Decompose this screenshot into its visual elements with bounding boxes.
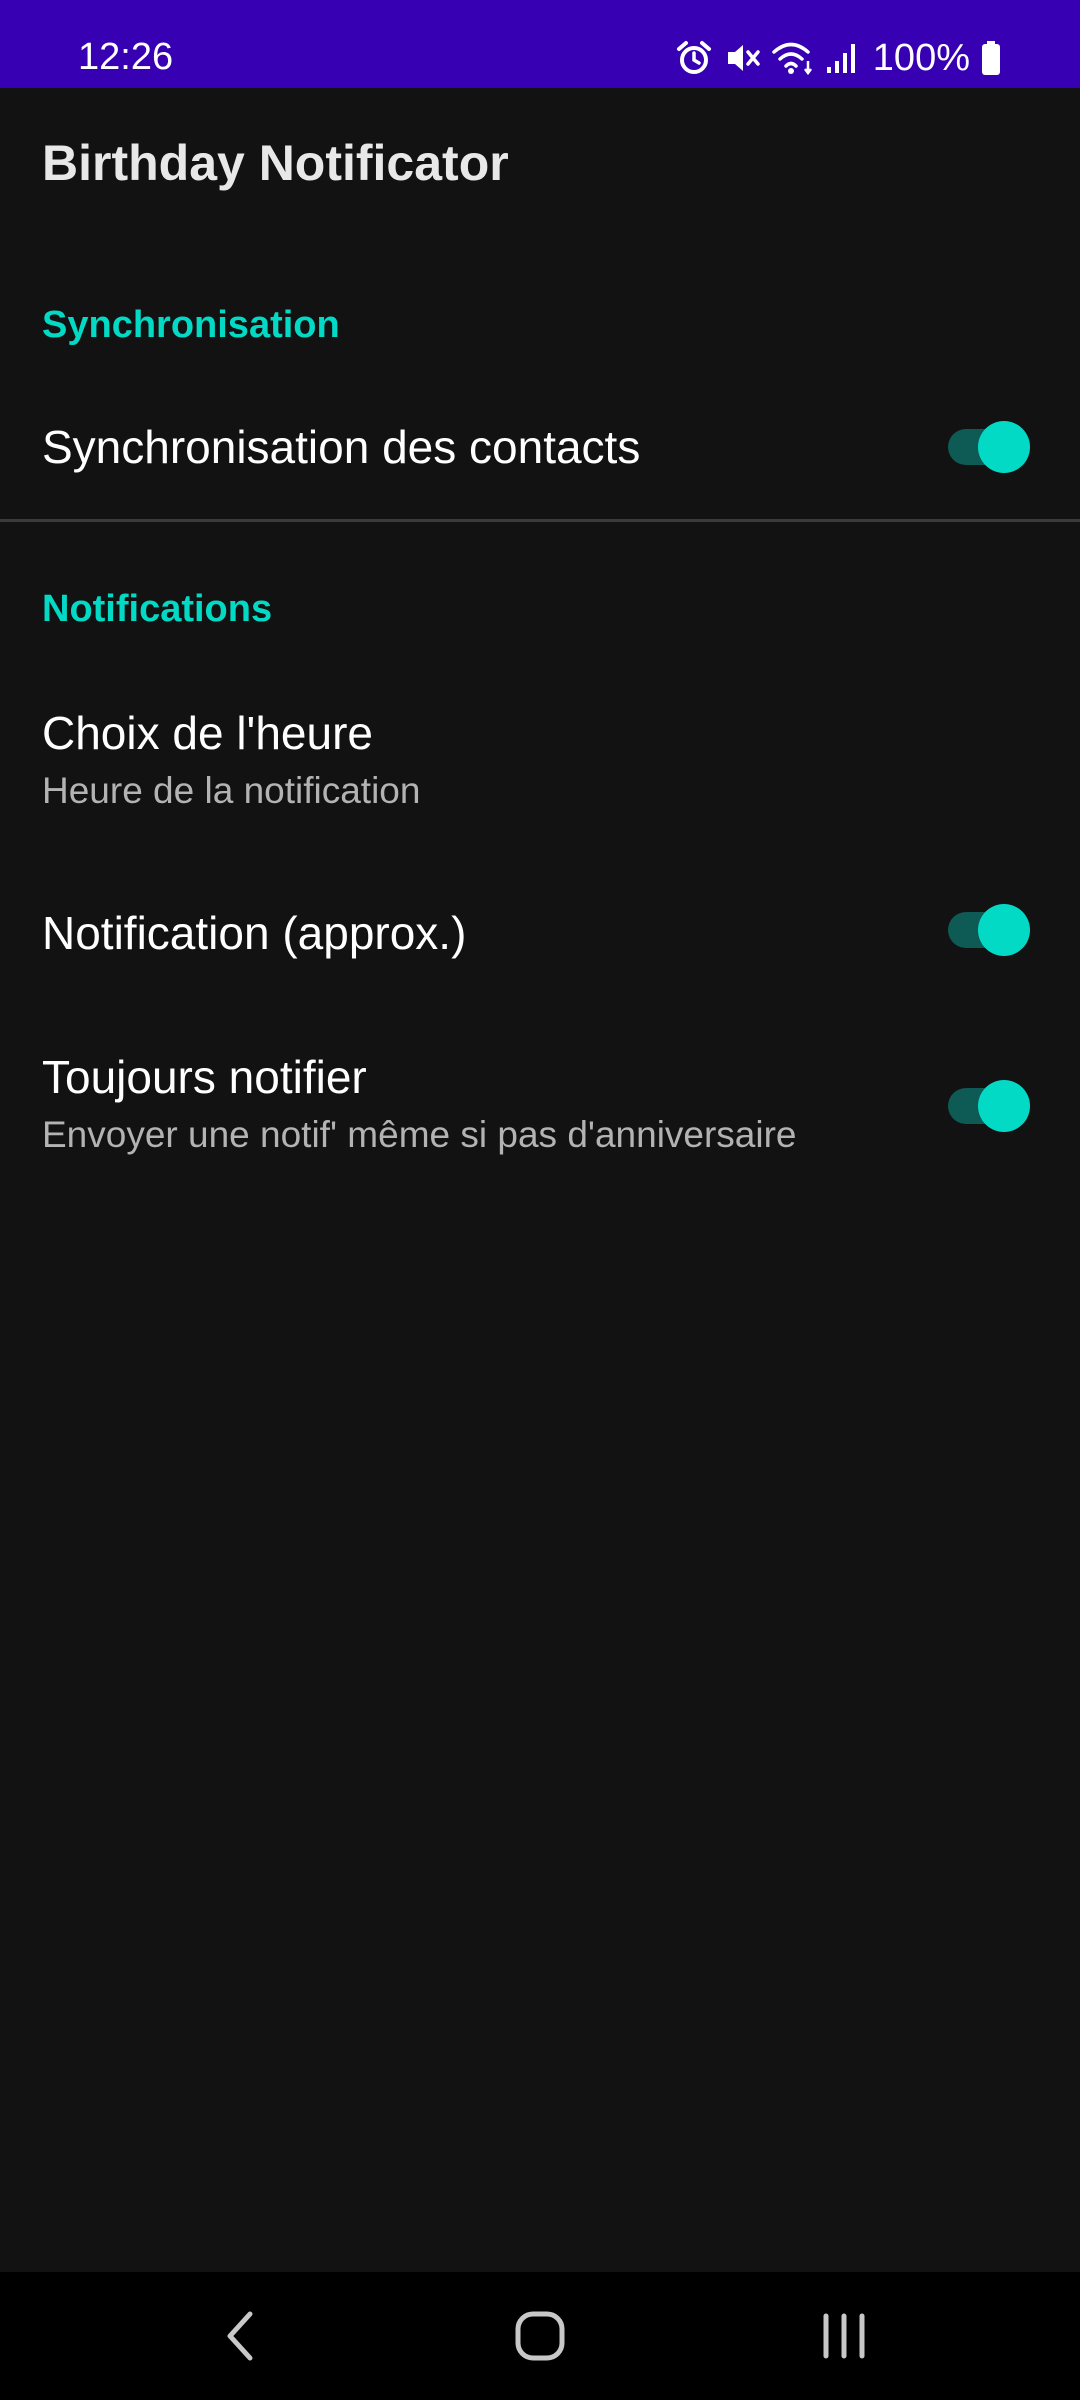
category-synchronisation: Synchronisation [42, 304, 340, 346]
status-time: 12:26 [78, 36, 174, 78]
pref-title: Choix de l'heure [42, 707, 373, 759]
status-bar: 12:26 100% [0, 0, 1080, 88]
mute-icon [723, 39, 761, 77]
signal-icon [825, 39, 859, 77]
battery-icon [980, 39, 1002, 77]
app-bar: Birthday Notificator [0, 88, 1080, 240]
pref-title: Synchronisation des contacts [42, 421, 641, 473]
status-icons: 100% [675, 36, 1002, 80]
pref-title: Notification (approx.) [42, 907, 467, 959]
pref-title: Toujours notifier [42, 1051, 367, 1103]
home-icon[interactable] [500, 2298, 580, 2374]
pref-notification-time[interactable]: Choix de l'heure Heure de la notificatio… [0, 680, 1080, 840]
recents-icon[interactable] [804, 2298, 884, 2374]
pref-always-notify[interactable]: Toujours notifier Envoyer une notif' mêm… [0, 1026, 1080, 1196]
app-title: Birthday Notificator [42, 135, 509, 191]
category-divider [0, 519, 1080, 522]
always-notify-switch[interactable] [944, 1076, 1030, 1136]
pref-sync-contacts[interactable]: Synchronisation des contacts [0, 388, 1080, 506]
switch-thumb [978, 421, 1030, 473]
notification-approx-switch[interactable] [944, 900, 1030, 960]
back-icon[interactable] [200, 2298, 280, 2374]
pref-notification-approx[interactable]: Notification (approx.) [0, 870, 1080, 990]
sync-contacts-switch[interactable] [944, 417, 1030, 477]
switch-thumb [978, 1080, 1030, 1132]
category-notifications: Notifications [42, 588, 273, 630]
battery-percentage: 100% [872, 36, 970, 79]
wifi-icon [771, 39, 815, 77]
pref-summary: Envoyer une notif' même si pas d'anniver… [42, 1114, 797, 1155]
switch-thumb [978, 904, 1030, 956]
alarm-icon [675, 39, 713, 77]
pref-summary: Heure de la notification [42, 770, 421, 811]
navigation-bar [0, 2272, 1080, 2400]
